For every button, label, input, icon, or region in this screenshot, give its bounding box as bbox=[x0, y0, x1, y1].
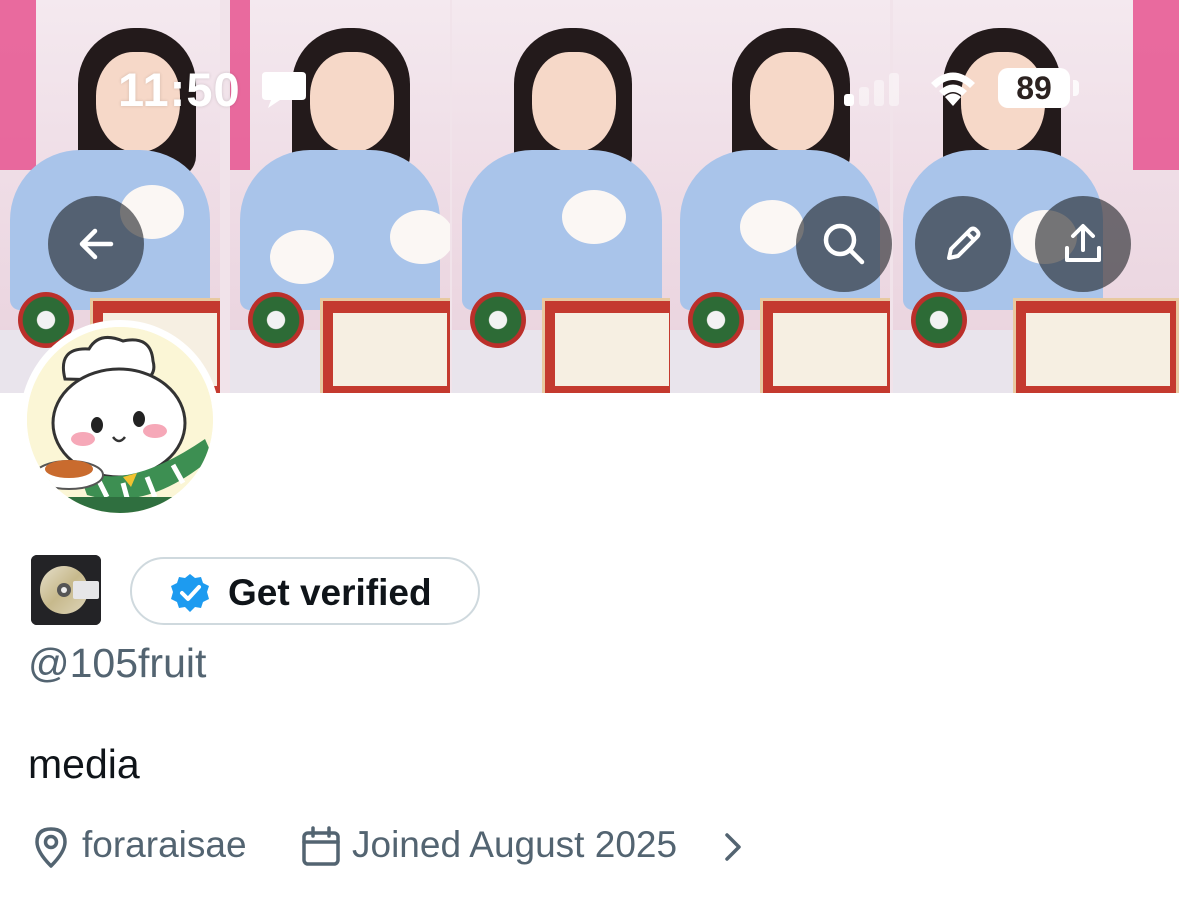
status-time: 11:50 bbox=[118, 63, 241, 116]
avatar-character-illustration bbox=[27, 327, 213, 513]
minidisc-emoji bbox=[31, 555, 101, 625]
share-upload-icon bbox=[1065, 224, 1101, 262]
profile-handle: @105fruit bbox=[28, 640, 207, 686]
profile-banner[interactable]: 11:50 89 bbox=[0, 0, 1179, 393]
back-button[interactable] bbox=[48, 196, 144, 292]
profile-bio: media bbox=[28, 741, 140, 787]
get-verified-label: Get verified bbox=[228, 572, 432, 613]
cellular-signal-icon bbox=[844, 73, 899, 106]
banner-photo-2 bbox=[230, 0, 450, 393]
verified-badge-icon bbox=[171, 574, 209, 612]
battery-indicator: 89 bbox=[998, 68, 1070, 108]
profile-joined-date[interactable]: Joined August 2025 bbox=[352, 824, 677, 866]
pencil-icon bbox=[947, 226, 981, 260]
chat-bubble-icon bbox=[262, 72, 306, 108]
banner-photo-5 bbox=[893, 0, 1179, 393]
edit-button[interactable] bbox=[915, 196, 1011, 292]
search-icon bbox=[823, 223, 865, 265]
profile-location: foraraisae bbox=[82, 824, 247, 865]
banner-photo-4 bbox=[670, 0, 890, 393]
profile-avatar[interactable] bbox=[20, 320, 220, 520]
share-button[interactable] bbox=[1035, 196, 1131, 292]
get-verified-button[interactable]: Get verified bbox=[130, 557, 480, 625]
search-button[interactable] bbox=[796, 196, 892, 292]
chevron-right-icon[interactable] bbox=[714, 827, 750, 867]
arrow-left-icon bbox=[79, 228, 114, 260]
wifi-icon bbox=[931, 72, 975, 106]
location-pin-icon bbox=[35, 827, 67, 868]
banner-photo-3 bbox=[452, 0, 672, 393]
battery-tip bbox=[1073, 80, 1079, 96]
calendar-icon bbox=[302, 826, 340, 866]
